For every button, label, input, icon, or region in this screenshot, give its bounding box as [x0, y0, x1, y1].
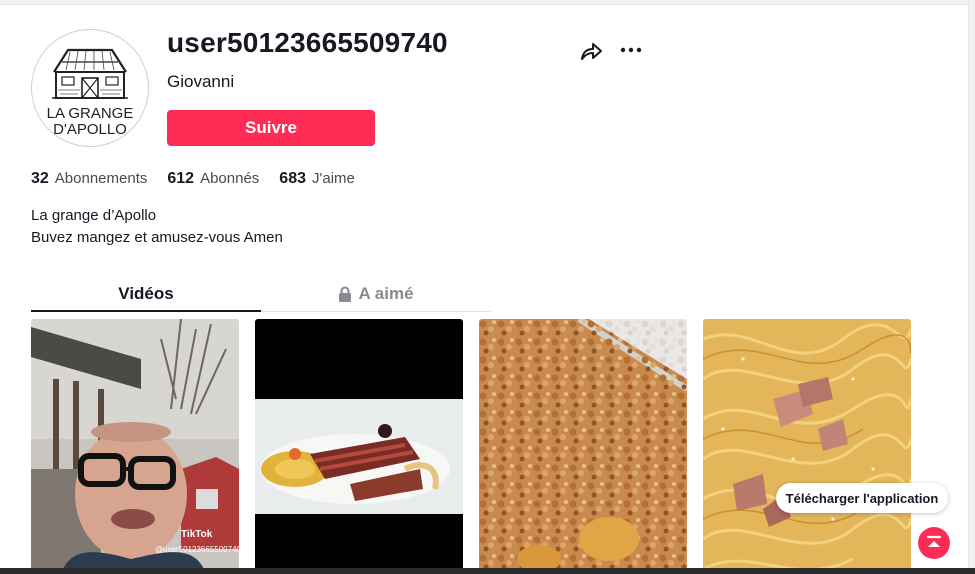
tab-active-indicator	[31, 310, 261, 312]
stat-label: Abonnements	[54, 170, 148, 187]
window-bottom-edge	[0, 568, 975, 574]
video-thumbnail[interactable]	[479, 319, 687, 574]
stat-label: J'aime	[312, 170, 355, 187]
profile-stats: 32 Abonnements 612 Abonnés 683 J'aime	[31, 170, 355, 188]
stat-label: Abonnés	[200, 170, 260, 187]
tab-liked[interactable]: A aimé	[261, 278, 491, 309]
bio-line: La grange d’Apollo	[31, 207, 157, 224]
scroll-top-button[interactable]	[918, 527, 950, 559]
follow-button[interactable]: Suivre	[167, 110, 375, 146]
video-thumbnail[interactable]: TikTok @user50123665509740	[31, 319, 239, 574]
svg-text:LA GRANGE: LA GRANGE	[47, 105, 134, 122]
stat-likes: 683 J'aime	[279, 170, 355, 188]
scroll-top-icon	[926, 535, 942, 547]
lock-icon	[339, 286, 352, 302]
tiktok-watermark: TikTok	[181, 529, 213, 540]
tab-label: A aimé	[358, 283, 414, 303]
video-thumbnail[interactable]	[703, 319, 911, 574]
window-top-border	[0, 0, 975, 5]
download-app-button[interactable]: Télécharger l'application	[776, 483, 948, 513]
stat-value: 683	[279, 170, 306, 187]
more-icon[interactable]	[618, 38, 644, 64]
scrollbar-track[interactable]	[968, 0, 975, 574]
svg-text:D'APOLLO: D'APOLLO	[53, 121, 127, 138]
avatar[interactable]: LA GRANGE D'APOLLO	[31, 29, 149, 147]
nickname: Giovanni	[167, 72, 235, 91]
profile-bio: La grange d’Apollo Buvez mangez et amuse…	[31, 205, 283, 249]
bio-line: Buvez mangez et amusez-vous Amen	[31, 229, 283, 246]
barn-logo-icon: LA GRANGE D'APOLLO	[47, 48, 134, 138]
username: user50123665509740	[167, 27, 448, 58]
profile-tabs: Vidéos A aimé	[31, 278, 491, 312]
share-icon[interactable]	[578, 38, 604, 64]
stat-value: 612	[167, 170, 195, 187]
video-thumbnail[interactable]	[255, 319, 463, 574]
watermark-handle: @user50123665509740	[155, 545, 239, 554]
stat-following[interactable]: 32 Abonnements	[31, 170, 147, 188]
stat-followers[interactable]: 612 Abonnés	[167, 170, 259, 188]
stat-value: 32	[31, 170, 49, 187]
tab-videos[interactable]: Vidéos	[31, 278, 261, 309]
tab-label: Vidéos	[118, 283, 174, 303]
